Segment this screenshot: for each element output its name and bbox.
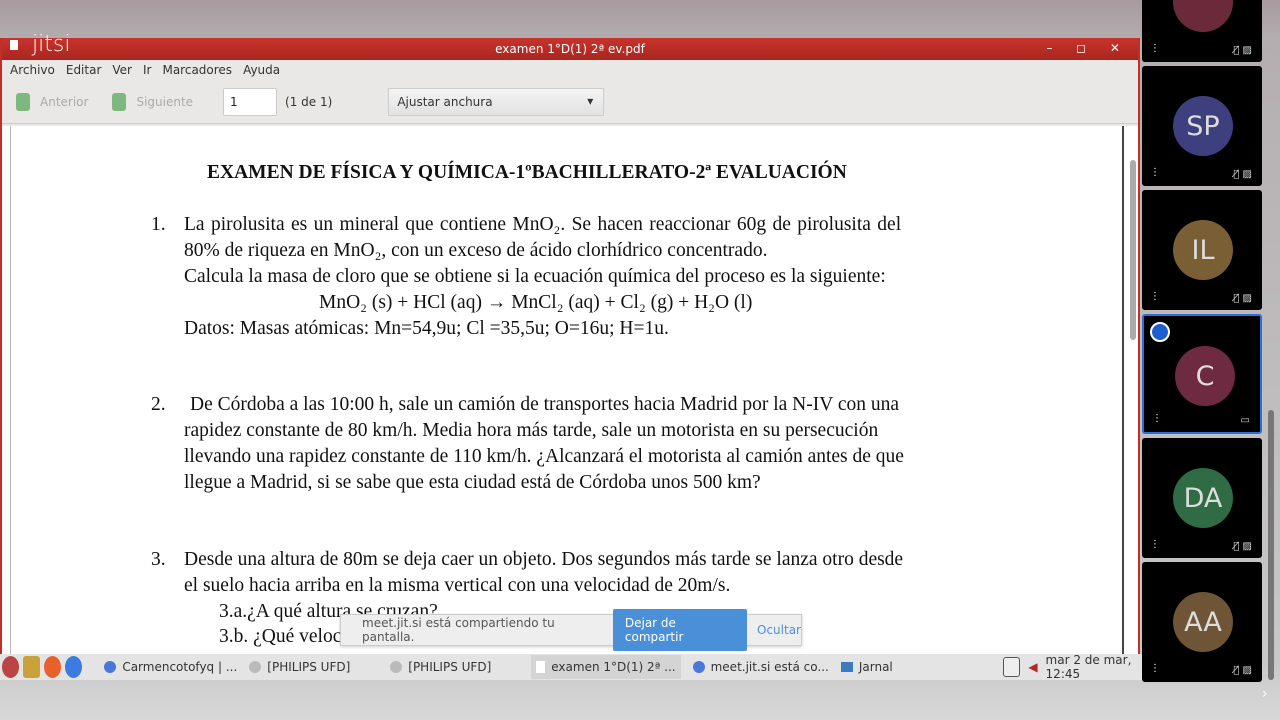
avatar — [1173, 0, 1233, 32]
next-button[interactable]: Siguiente — [112, 92, 193, 111]
chrome-icon — [104, 661, 117, 673]
app-launcher-icon[interactable] — [2, 656, 20, 678]
q3-line: Desde una altura de 80m se deja caer un … — [184, 549, 904, 570]
screen-share-icon: ▭ — [1240, 415, 1250, 426]
participant-tile[interactable]: SP ⋮ 🎙̸ ▨ — [1142, 66, 1262, 186]
q1-line: La pirolusita es un mineral que contiene… — [184, 214, 902, 235]
menu-ir[interactable]: Ir — [143, 63, 151, 77]
window-controls[interactable]: – ◻ ✕ — [1046, 41, 1130, 55]
participant-tile[interactable]: C ⋮ ▭ — [1142, 314, 1262, 434]
more-options-icon[interactable]: ⋮ — [1150, 663, 1160, 674]
zoom-select[interactable]: Ajustar anchura — [388, 87, 605, 116]
q2-line: De Córdoba a las 10:00 h, sale un camión… — [190, 394, 900, 415]
drive-icon — [249, 661, 262, 673]
more-options-icon[interactable]: ⋮ — [1150, 539, 1160, 550]
network-icon[interactable] — [1002, 657, 1021, 677]
title-bar: jitsi examen 1°D(1) 2ª ev.pdf – ◻ ✕ — [2, 32, 1138, 60]
stop-sharing-button[interactable]: Dejar de compartir — [612, 609, 748, 651]
jarnal-icon — [840, 662, 853, 672]
document-scrollbar[interactable] — [1130, 160, 1136, 340]
hide-button[interactable]: Ocultar — [757, 623, 801, 637]
q3-number: 3. — [151, 549, 166, 570]
pdf-viewer-window: jitsi examen 1°D(1) 2ª ev.pdf – ◻ ✕ Arch… — [0, 32, 1140, 654]
participant-tile[interactable]: AA ⋮ 🎙̸ ▨ — [1142, 562, 1262, 682]
q1-line: Datos: Masas atómicas: Mn=54,9u; Cl =35,… — [184, 318, 669, 339]
task-item[interactable]: Carmencotofyq | ... — [104, 660, 237, 674]
avatar: SP — [1173, 96, 1233, 156]
chrome-icon — [692, 661, 705, 673]
menu-archivo[interactable]: Archivo — [10, 63, 55, 77]
taskbar: Carmencotofyq | ... [PHILIPS UFD] [PHILI… — [0, 653, 1142, 681]
muted-mic-camera-icon: 🎙̸ ▨ — [1233, 541, 1252, 552]
task-item[interactable]: Jarnal — [840, 660, 893, 674]
muted-mic-camera-icon: 🎙̸ ▨ — [1233, 665, 1252, 676]
muted-mic-camera-icon: 🎙̸ ▨ — [1233, 45, 1252, 56]
menu-ayuda[interactable]: Ayuda — [243, 63, 280, 77]
participants-filmstrip: ⋮ 🎙̸ ▨ SP ⋮ 🎙̸ ▨ IL ⋮ 🎙̸ ▨ C ⋮ ▭ DA ⋮ 🎙̸ ▨ AA ⋮ 🎙̸ ▨ — [1142, 0, 1262, 720]
notes-app-icon[interactable] — [23, 656, 41, 678]
muted-mic-camera-icon: 🎙̸ ▨ — [1233, 293, 1252, 304]
chevron-right-icon[interactable]: › — [1262, 686, 1268, 702]
drive-icon — [390, 661, 403, 673]
exam-heading: EXAMEN DE FÍSICA Y QUÍMICA-1ºBACHILLERAT… — [207, 162, 847, 183]
share-message: meet.jit.si está compartiendo tu pantall… — [362, 616, 555, 644]
avatar: C — [1175, 346, 1235, 406]
menu-editar[interactable]: Editar — [66, 63, 102, 77]
task-item[interactable]: [PHILIPS UFD] — [390, 660, 491, 674]
more-options-icon[interactable]: ⋮ — [1150, 291, 1160, 302]
document-icon — [536, 661, 546, 673]
menu-marcadores[interactable]: Marcadores — [162, 63, 232, 77]
volume-icon[interactable]: ◀ — [1028, 660, 1037, 674]
q1-equation: MnO₂ (s) + HCl (aq) → MnCl₂ (aq) + Cl₂ (… — [319, 292, 753, 313]
window-title: examen 1°D(1) 2ª ev.pdf — [495, 42, 645, 56]
q1-line: Calcula la masa de cloro que se obtiene … — [184, 266, 886, 287]
q2-number: 2. — [151, 394, 166, 415]
task-item[interactable]: [PHILIPS UFD] — [249, 660, 350, 674]
q1-number: 1. — [151, 214, 166, 235]
q2-line: llevando una rapidez constante de 110 km… — [184, 446, 904, 467]
menu-ver[interactable]: Ver — [112, 63, 132, 77]
clock[interactable]: mar 2 de mar, 12:45 — [1046, 653, 1142, 681]
more-options-icon[interactable]: ⋮ — [1150, 167, 1160, 178]
arrow-up-icon — [16, 92, 30, 111]
avatar: AA — [1173, 592, 1233, 652]
arrow-down-icon — [112, 92, 127, 111]
participant-tile[interactable]: DA ⋮ 🎙̸ ▨ — [1142, 438, 1262, 558]
document-area: EXAMEN DE FÍSICA Y QUÍMICA-1ºBACHILLERAT… — [2, 126, 1138, 654]
task-item-active[interactable]: examen 1°D(1) 2ª ... — [531, 655, 681, 679]
q3-line: el suelo hacia arriba en la misma vertic… — [184, 575, 731, 596]
participant-tile[interactable]: ⋮ 🎙̸ ▨ — [1142, 0, 1262, 62]
screen-share-banner: meet.jit.si está compartiendo tu pantall… — [340, 609, 802, 651]
filmstrip-scrollbar[interactable] — [1268, 410, 1274, 680]
chromium-icon[interactable] — [65, 656, 83, 678]
avatar: DA — [1173, 468, 1233, 528]
page-count: (1 de 1) — [285, 94, 333, 109]
more-options-icon[interactable]: ⋮ — [1152, 413, 1162, 424]
participant-tile[interactable]: IL ⋮ 🎙̸ ▨ — [1142, 190, 1262, 310]
more-options-icon[interactable]: ⋮ — [1150, 43, 1160, 54]
q2-line: rapidez constante de 80 km/h. Media hora… — [184, 420, 879, 441]
q2-line: llegue a Madrid, si se sabe que esta ciu… — [184, 472, 761, 493]
q1-line: 80% de riqueza en MnO₂, con un exceso de… — [184, 240, 768, 261]
page-number-input[interactable]: 1 — [223, 87, 278, 116]
dominant-speaker-icon — [1150, 322, 1170, 342]
menu-bar: Archivo Editar Ver Ir Marcadores Ayuda — [2, 60, 1138, 80]
pdf-page: EXAMEN DE FÍSICA Y QUÍMICA-1ºBACHILLERAT… — [10, 126, 1124, 654]
avatar: IL — [1173, 220, 1233, 280]
toolbar: Anterior Siguiente 1 (1 de 1) Ajustar an… — [2, 80, 1138, 124]
firefox-icon[interactable] — [44, 656, 62, 678]
task-item[interactable]: meet.jit.si está co... — [692, 660, 829, 674]
muted-mic-camera-icon: 🎙̸ ▨ — [1233, 169, 1252, 180]
previous-button[interactable]: Anterior — [16, 92, 88, 111]
